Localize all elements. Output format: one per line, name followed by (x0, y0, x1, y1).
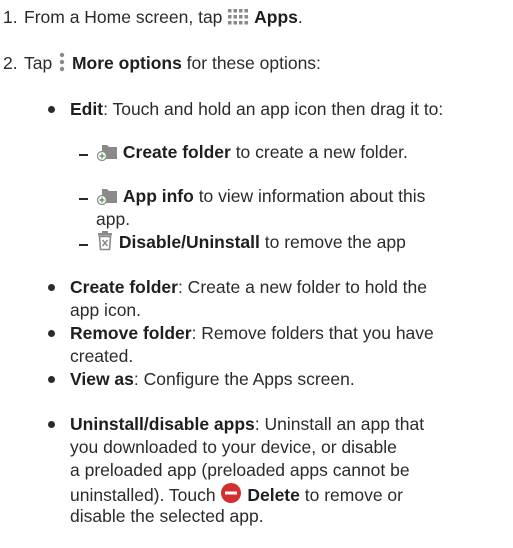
bullet-view-as: View as: Configure the Apps screen. (70, 369, 355, 389)
folder-add-icon (96, 145, 117, 161)
sub-item-disable-uninstall: Disable/Uninstall to remove the app (96, 231, 511, 254)
bullet-create-folder: Create folder: Create a new folder to ho… (70, 277, 427, 297)
bullet-dot (48, 106, 55, 113)
bullet-dot (48, 330, 55, 337)
step-number: 1. (3, 7, 18, 27)
bullet-dot (48, 421, 55, 428)
bullet-edit: Edit: Touch and hold an app icon then dr… (70, 99, 444, 119)
sub-dash (79, 244, 88, 246)
step-number: 2. (3, 53, 18, 73)
sub-dash (79, 154, 88, 156)
step-text: Tap (24, 53, 58, 73)
sub-item-create-folder: Create folder to create a new folder. (96, 141, 511, 164)
trash-icon (98, 231, 112, 251)
more-options-label: More options (71, 53, 182, 73)
sub-item-app-info: App info to view information about this (96, 185, 511, 208)
apps-label: Apps (254, 7, 298, 27)
sub-dash (79, 198, 88, 200)
step-text: From a Home screen, tap (24, 7, 228, 27)
bullet-remove-folder: Remove folder: Remove folders that you h… (70, 323, 434, 343)
delete-label: Delete (247, 485, 300, 505)
more-options-icon (59, 52, 65, 72)
instruction-page: 1. From a Home screen, tap Apps. 2. Tap … (0, 0, 513, 548)
folder-add-icon (96, 189, 117, 205)
bullet-dot (48, 284, 55, 291)
bullet-dot (48, 376, 55, 383)
apps-grid-icon (228, 9, 249, 25)
delete-minus-icon (221, 483, 242, 503)
bullet-uninstall-disable: Uninstall/disable apps: Uninstall an app… (70, 414, 425, 434)
